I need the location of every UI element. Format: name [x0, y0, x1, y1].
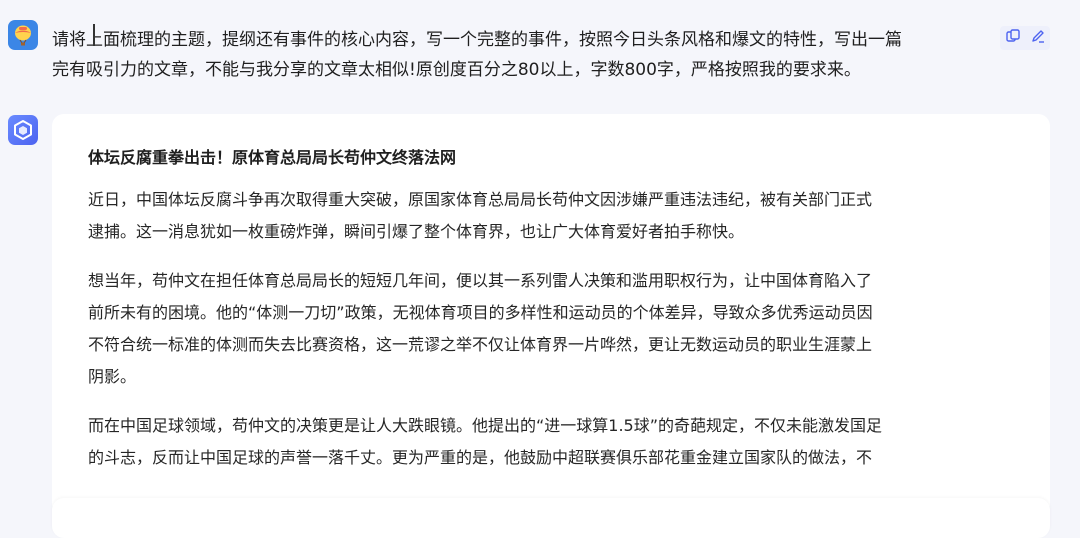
article-title: 体坛反腐重拳出击！原体育总局局长苟仲文终落法网 [88, 148, 457, 167]
paragraph-line: 的斗志，反而让中国足球的声誉一落千丈。更为严重的是，他鼓励中超联赛俱乐部花重金建… [88, 448, 873, 467]
article-paragraph: 想当年，苟仲文在担任体育总局局长的短短几年间，便以其一系列雷人决策和滥用职权行为… [88, 265, 1018, 393]
assistant-reply-card: 体坛反腐重拳出击！原体育总局局长苟仲文终落法网 近日，中国体坛反腐斗争再次取得重… [52, 114, 1050, 515]
paragraph-line: 前所未有的困境。他的“体测一刀切”政策，无视体育项目的多样性和运动员的个体差异，… [88, 303, 873, 322]
next-message-card [52, 498, 1050, 538]
paragraph-line: 想当年，苟仲文在担任体育总局局长的短短几年间，便以其一系列雷人决策和滥用职权行为… [88, 271, 873, 290]
copy-icon[interactable] [1005, 28, 1021, 48]
message-actions [1000, 26, 1050, 50]
assistant-avatar [8, 115, 38, 145]
user-message: 请将上面梳理的主题，提纲还有事件的核心内容，写一个完整的事件，按照今日头条风格和… [52, 25, 996, 85]
text-cursor-icon [93, 24, 95, 46]
user-message-line: 完有吸引力的文章，不能与我分享的文章太相似!原创度百分之80以上，字数800字，… [52, 60, 861, 80]
paragraph-line: 近日，中国体坛反腐斗争再次取得重大突破，原国家体育总局局长苟仲文因涉嫌严重违法违… [88, 190, 873, 209]
paragraph-line: 阴影。 [88, 367, 137, 386]
paragraph-line: 逮捕。这一消息犹如一枚重磅炸弹，瞬间引爆了整个体育界，也让广大体育爱好者拍手称快… [88, 222, 745, 241]
user-message-line: 请将上面梳理的主题，提纲还有事件的核心内容，写一个完整的事件，按照今日头条风格和… [52, 30, 902, 50]
balloon-avatar-icon [15, 25, 31, 46]
edit-icon[interactable] [1030, 28, 1046, 48]
hexagon-bot-icon [14, 120, 32, 140]
paragraph-line: 而在中国足球领域，苟仲文的决策更是让人大跌眼镜。他提出的“进一球算1.5球”的奇… [88, 416, 883, 435]
paragraph-line: 不符合统一标准的体测而失去比赛资格，这一荒谬之举不仅让体育界一片哗然，更让无数运… [88, 335, 873, 354]
article-paragraph: 近日，中国体坛反腐斗争再次取得重大突破，原国家体育总局局长苟仲文因涉嫌严重违法违… [88, 184, 1018, 248]
user-avatar [8, 20, 38, 50]
article-paragraph: 而在中国足球领域，苟仲文的决策更是让人大跌眼镜。他提出的“进一球算1.5球”的奇… [88, 410, 1018, 474]
